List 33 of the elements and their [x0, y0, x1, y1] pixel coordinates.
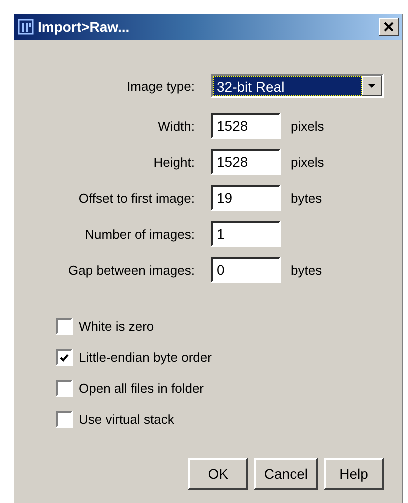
app-icon [18, 19, 34, 35]
input-field[interactable]: 1528 [211, 113, 281, 139]
checkbox[interactable] [56, 380, 73, 397]
close-icon [384, 22, 394, 32]
unit-label: bytes [291, 190, 324, 206]
checkbox-label: White is zero [79, 319, 154, 334]
checkbox[interactable] [56, 349, 73, 366]
dialog-button[interactable]: OK [188, 458, 248, 490]
checkbox-label: Open all files in folder [79, 381, 204, 396]
field-label: Offset to first image: [78, 190, 196, 206]
field-label: Height: [152, 154, 196, 170]
field-label: Number of images: [84, 226, 196, 242]
unit-label: bytes [291, 262, 324, 278]
field-label: Image type: [126, 78, 196, 94]
input-field[interactable]: 0 [211, 257, 281, 283]
checkbox-label: Use virtual stack [79, 412, 174, 427]
window-title: Import>Raw... [38, 19, 131, 35]
dialog-button[interactable]: Help [324, 458, 384, 490]
check-icon [60, 354, 69, 362]
unit-label: pixels [291, 154, 326, 170]
input-field[interactable]: 19 [211, 185, 281, 211]
unit-label: pixels [291, 118, 326, 134]
field-label: Gap between images: [68, 262, 196, 278]
field-label: Width: [157, 118, 196, 134]
checkbox-label: Little-endian byte order [79, 350, 212, 365]
input-field[interactable]: 1 [211, 221, 281, 247]
close-button[interactable] [379, 18, 399, 36]
dialog-button[interactable]: Cancel [254, 458, 318, 490]
input-field[interactable]: 1528 [211, 149, 281, 175]
image-type-dropdown[interactable]: 32-bit Real [211, 74, 384, 98]
checkbox[interactable] [56, 411, 73, 428]
caret-icon [368, 84, 376, 88]
checkbox[interactable] [56, 318, 73, 335]
